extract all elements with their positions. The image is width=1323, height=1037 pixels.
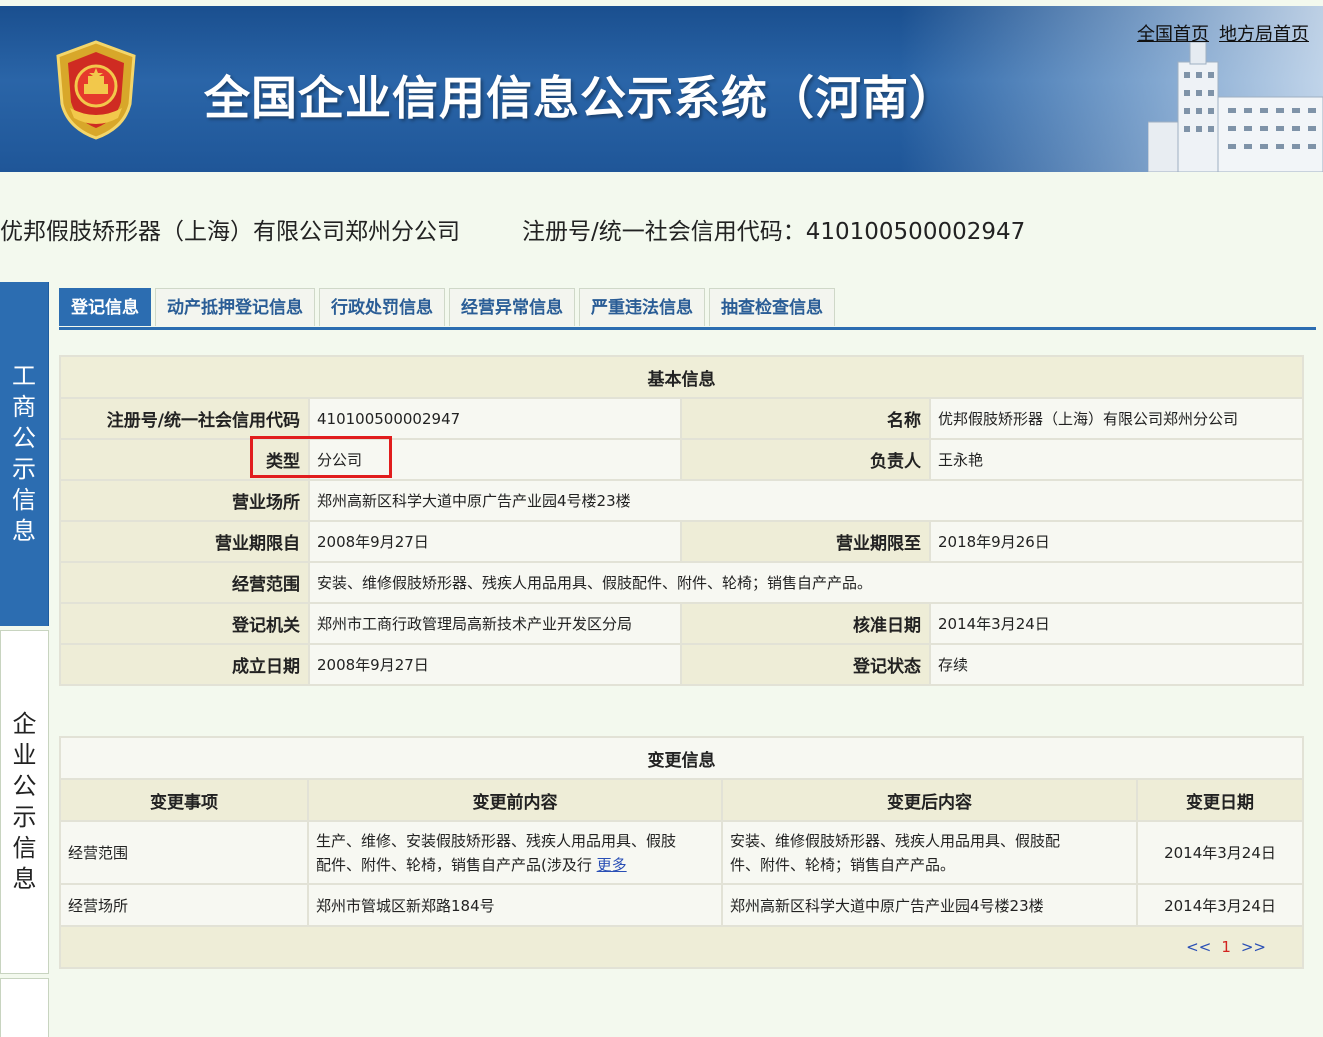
owner-value: 王永艳 bbox=[929, 438, 1304, 481]
header-banner: 全国企业信用信息公示系统（河南） 全国首页 地方局首页 bbox=[0, 6, 1323, 172]
reg-code-label: 注册号/统一社会信用代码 bbox=[59, 397, 310, 440]
registration-code: 注册号/统一社会信用代码：410100500002947 bbox=[522, 219, 1026, 245]
term-to-value: 2018年9月26日 bbox=[929, 520, 1304, 563]
founded-date-value: 2008年9月27日 bbox=[308, 643, 682, 686]
page: 全国企业信用信息公示系统（河南） 全国首页 地方局首页 优邦假肢矫形器（上海）有限… bbox=[0, 0, 1323, 1037]
scope-label: 经营范围 bbox=[59, 561, 310, 604]
table-row: 经营场所 郑州市管城区新郑路184号 郑州高新区科学大道中原广告产业园4号楼23… bbox=[59, 883, 1304, 927]
side-tab-char: 公 bbox=[12, 772, 37, 800]
side-tab-gongshang-info[interactable]: 工 商 公 示 信 息 bbox=[0, 282, 49, 626]
company-name: 优邦假肢矫形器（上海）有限公司郑州分公司 bbox=[0, 219, 460, 245]
founded-date-label: 成立日期 bbox=[59, 643, 310, 686]
pager: << 1 >> bbox=[59, 925, 1304, 969]
side-tab-char: 商 bbox=[12, 393, 36, 421]
after-content: 安装、维修假肢矫形器、残疾人用品用具、假肢配 件、附件、轮椅；销售自产产品。 bbox=[721, 820, 1138, 885]
table-row: 经营范围 生产、维修、安装假肢矫形器、残疾人用品用具、假肢 配件、附件、轮椅，销售… bbox=[59, 820, 1304, 885]
side-tab-char: 息 bbox=[12, 865, 37, 893]
national-emblem-icon bbox=[56, 40, 136, 140]
scope-value: 安装、维修假肢矫形器、残疾人用品用具、假肢配件、附件、轮椅；销售自产产品。 bbox=[308, 561, 1304, 604]
change-info-caption: 变更信息 bbox=[59, 736, 1304, 780]
after-content: 郑州高新区科学大道中原广告产业园4号楼23楼 bbox=[721, 883, 1138, 927]
before-line: 生产、维修、安装假肢矫形器、残疾人用品用具、假肢 bbox=[316, 831, 677, 850]
after-line: 安装、维修假肢矫形器、残疾人用品用具、假肢配 bbox=[730, 831, 1061, 850]
pager-row: << 1 >> bbox=[59, 925, 1304, 969]
change-info-table: 变更信息 变更事项 变更前内容 变更后内容 变更日期 经营范围 生产、维修、安装… bbox=[59, 736, 1304, 969]
term-from-value: 2008年9月27日 bbox=[308, 520, 682, 563]
info-tabs: 登记信息 动产抵押登记信息 行政处罚信息 经营异常信息 严重违法信息 抽查检查信… bbox=[59, 288, 839, 328]
before-line: 配件、附件、轮椅，销售自产产品(涉及行 bbox=[316, 855, 597, 874]
type-label: 类型 bbox=[59, 438, 310, 481]
side-tab-char: 示 bbox=[12, 455, 36, 483]
tab-registration-info[interactable]: 登记信息 bbox=[59, 288, 151, 326]
after-line: 件、附件、轮椅；销售自产产品。 bbox=[730, 855, 956, 874]
side-tab-char: 息 bbox=[12, 517, 36, 545]
before-content: 郑州市管城区新郑路184号 bbox=[307, 883, 723, 927]
side-tab-char: 示 bbox=[12, 803, 37, 831]
side-tab-char: 信 bbox=[12, 486, 36, 514]
address-label: 营业场所 bbox=[59, 479, 310, 522]
col-change-date: 变更日期 bbox=[1136, 778, 1304, 822]
col-after: 变更后内容 bbox=[721, 778, 1138, 822]
side-tab-enterprise-info[interactable]: 企 业 公 示 信 息 bbox=[0, 630, 49, 974]
before-content: 生产、维修、安装假肢矫形器、残疾人用品用具、假肢 配件、附件、轮椅，销售自产产品(… bbox=[307, 820, 723, 885]
side-tab-next[interactable] bbox=[0, 978, 49, 1037]
authority-value: 郑州市工商行政管理局高新技术产业开发区分局 bbox=[308, 602, 682, 645]
change-date: 2014年3月24日 bbox=[1136, 820, 1304, 885]
name-value: 优邦假肢矫形器（上海）有限公司郑州分公司 bbox=[929, 397, 1304, 440]
side-tab-char: 信 bbox=[12, 834, 37, 862]
authority-label: 登记机关 bbox=[59, 602, 310, 645]
basic-info-caption: 基本信息 bbox=[59, 355, 1304, 399]
owner-label: 负责人 bbox=[680, 438, 931, 481]
company-info-line: 优邦假肢矫形器（上海）有限公司郑州分公司 注册号/统一社会信用代码：4101005… bbox=[0, 212, 1025, 246]
status-value: 存续 bbox=[929, 643, 1304, 686]
tab-underline bbox=[59, 327, 1316, 330]
change-item: 经营范围 bbox=[59, 820, 309, 885]
term-to-label: 营业期限至 bbox=[680, 520, 931, 563]
col-before: 变更前内容 bbox=[307, 778, 723, 822]
tab-serious-violation[interactable]: 严重违法信息 bbox=[579, 288, 705, 326]
name-label: 名称 bbox=[680, 397, 931, 440]
side-tab-char: 工 bbox=[12, 362, 36, 390]
status-label: 登记状态 bbox=[680, 643, 931, 686]
approval-date-value: 2014年3月24日 bbox=[929, 602, 1304, 645]
basic-info-table: 基本信息 注册号/统一社会信用代码 410100500002947 名称 优邦假… bbox=[59, 355, 1304, 686]
top-links: 全国首页 地方局首页 bbox=[1127, 20, 1309, 46]
approval-date-label: 核准日期 bbox=[680, 602, 931, 645]
tab-chattel-mortgage[interactable]: 动产抵押登记信息 bbox=[155, 288, 315, 326]
side-tab-char: 企 bbox=[12, 710, 37, 738]
tab-abnormal-operation[interactable]: 经营异常信息 bbox=[449, 288, 575, 326]
address-value: 郑州高新区科学大道中原广告产业园4号楼23楼 bbox=[308, 479, 1304, 522]
site-title: 全国企业信用信息公示系统（河南） bbox=[204, 71, 956, 125]
col-change-item: 变更事项 bbox=[59, 778, 309, 822]
side-tab-char: 业 bbox=[12, 741, 37, 769]
current-page: 1 bbox=[1221, 938, 1231, 956]
term-from-label: 营业期限自 bbox=[59, 520, 310, 563]
tab-administrative-penalty[interactable]: 行政处罚信息 bbox=[319, 288, 445, 326]
change-date: 2014年3月24日 bbox=[1136, 883, 1304, 927]
local-home-link[interactable]: 地方局首页 bbox=[1219, 24, 1309, 45]
reg-code-value: 410100500002947 bbox=[308, 397, 682, 440]
prev-page-link[interactable]: << bbox=[1186, 938, 1211, 956]
national-home-link[interactable]: 全国首页 bbox=[1137, 24, 1209, 45]
tab-spot-check[interactable]: 抽查检查信息 bbox=[709, 288, 835, 326]
side-tab-char: 公 bbox=[12, 424, 36, 452]
change-item: 经营场所 bbox=[59, 883, 309, 927]
next-page-link[interactable]: >> bbox=[1241, 938, 1266, 956]
building-illustration-icon bbox=[1148, 42, 1323, 172]
more-link[interactable]: 更多 bbox=[597, 856, 627, 874]
type-value: 分公司 bbox=[308, 438, 682, 481]
